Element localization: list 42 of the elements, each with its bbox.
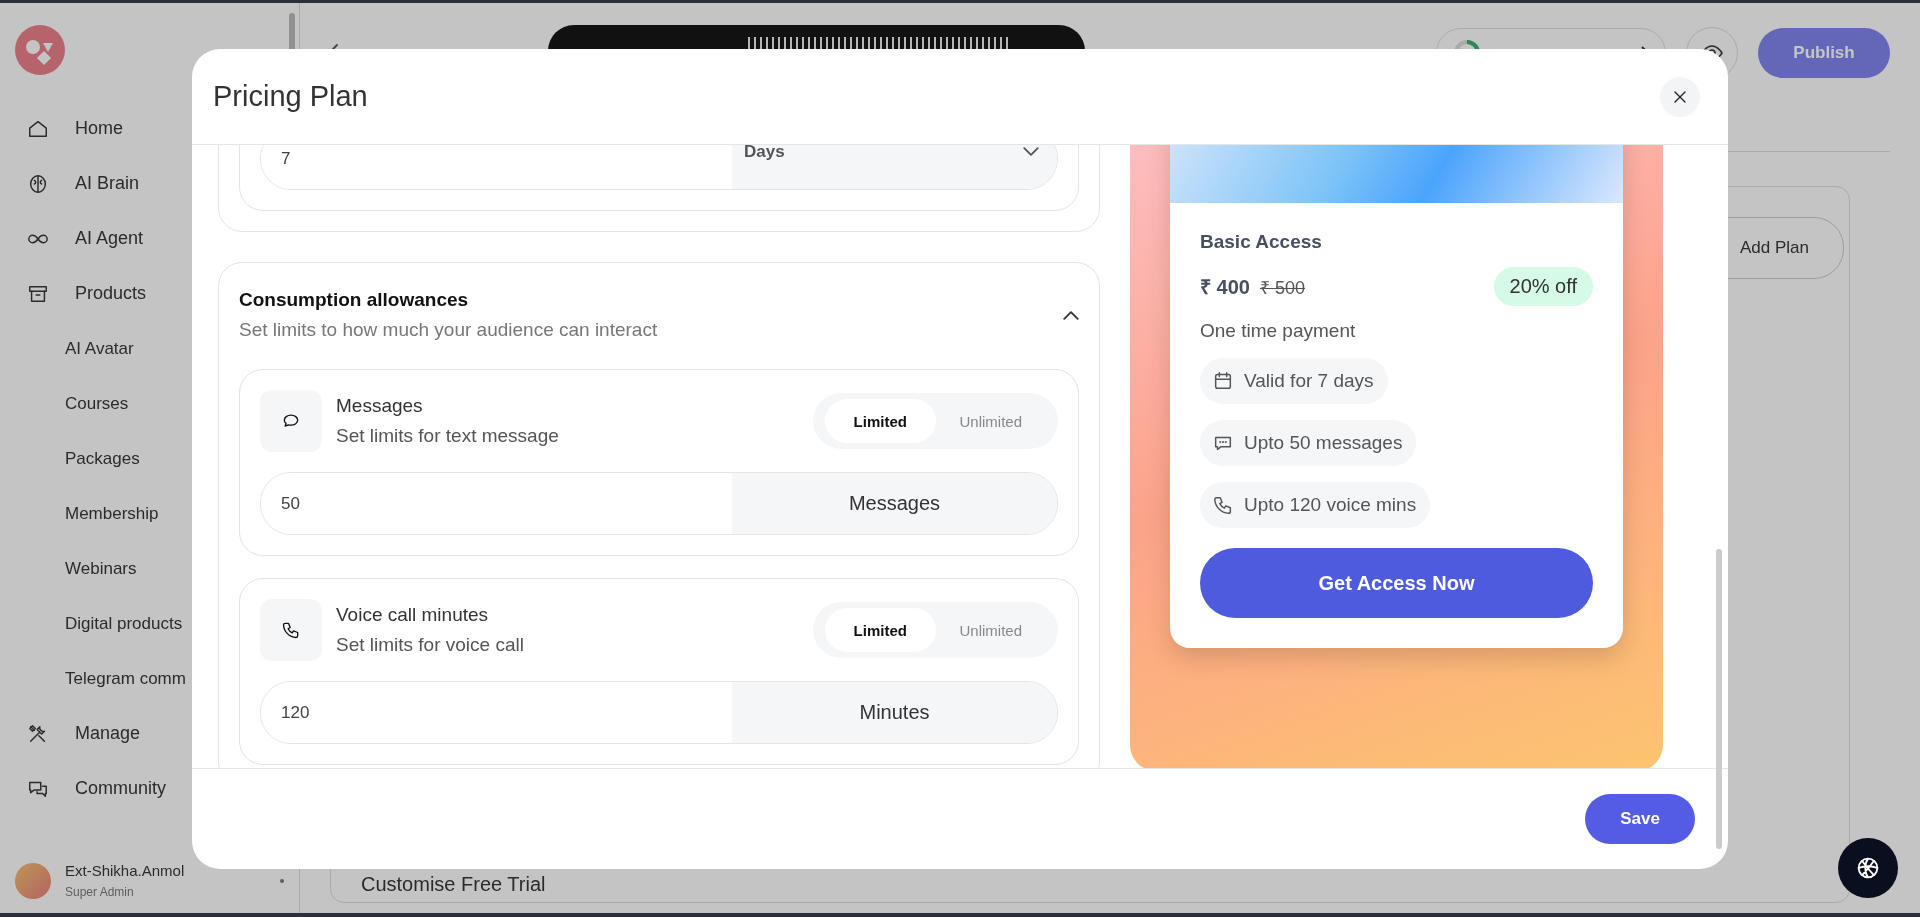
section-subtitle: Set limits to how much your audience can interact	[239, 319, 658, 341]
avatar-icon	[15, 862, 51, 899]
feature-chip: Upto 120 voice mins	[1200, 482, 1431, 528]
limit-field[interactable]: 50 Messages	[260, 472, 1058, 535]
unit-label: Minutes	[732, 682, 1057, 743]
chevron-down-icon	[1023, 147, 1039, 156]
sidebar-item[interactable]: Community	[0, 761, 299, 816]
more-icon[interactable]	[280, 878, 284, 883]
original-price: ₹ 500	[1259, 276, 1305, 299]
section-title: Consumption allowances	[239, 289, 470, 311]
limit-field[interactable]: 120 Minutes	[260, 681, 1058, 744]
allowance-title: Voice call minutes	[336, 604, 490, 626]
brain-icon	[27, 172, 49, 195]
feature-chip: Valid for 7 days	[1200, 358, 1388, 404]
get-access-button[interactable]: Get Access Now	[1200, 548, 1593, 618]
unit-label: Messages	[732, 473, 1057, 534]
sidebar-item[interactable]: AI Agent	[0, 211, 299, 266]
unit-dropdown[interactable]: Days	[732, 145, 1057, 189]
plan-price: ₹ 400	[1200, 275, 1250, 300]
chevron-up-icon	[1063, 310, 1079, 320]
allowance-subtitle: Set limits for voice call	[336, 634, 524, 656]
close-button[interactable]	[1660, 76, 1700, 117]
plan-name: Basic Access	[1200, 231, 1322, 253]
phone-icon	[1212, 494, 1234, 516]
dialog-title: Pricing Plan	[213, 80, 368, 113]
user-name: Ext-Shikha.Anmol	[65, 862, 185, 879]
scrollbar[interactable]	[1716, 549, 1722, 849]
duration-field[interactable]: 7 Days	[260, 145, 1058, 190]
user-role: Super Admin	[65, 885, 135, 899]
save-button[interactable]: Save	[1585, 794, 1695, 844]
calendar-icon	[1212, 370, 1234, 392]
toggle-option[interactable]: Limited	[825, 608, 936, 652]
allowance-title: Messages	[336, 395, 424, 417]
help-button[interactable]	[1838, 838, 1898, 898]
payment-type: One time payment	[1200, 320, 1356, 342]
free-trial-label[interactable]: Customise Free Trial	[361, 873, 546, 896]
phone-icon	[281, 620, 301, 640]
discount-badge: 20% off	[1493, 267, 1593, 306]
logo-icon[interactable]	[15, 25, 65, 75]
feature-chip: Upto 50 messages	[1200, 420, 1417, 466]
allowance-subtitle: Set limits for text message	[336, 425, 559, 447]
toggle-option[interactable]: Limited	[825, 399, 936, 443]
